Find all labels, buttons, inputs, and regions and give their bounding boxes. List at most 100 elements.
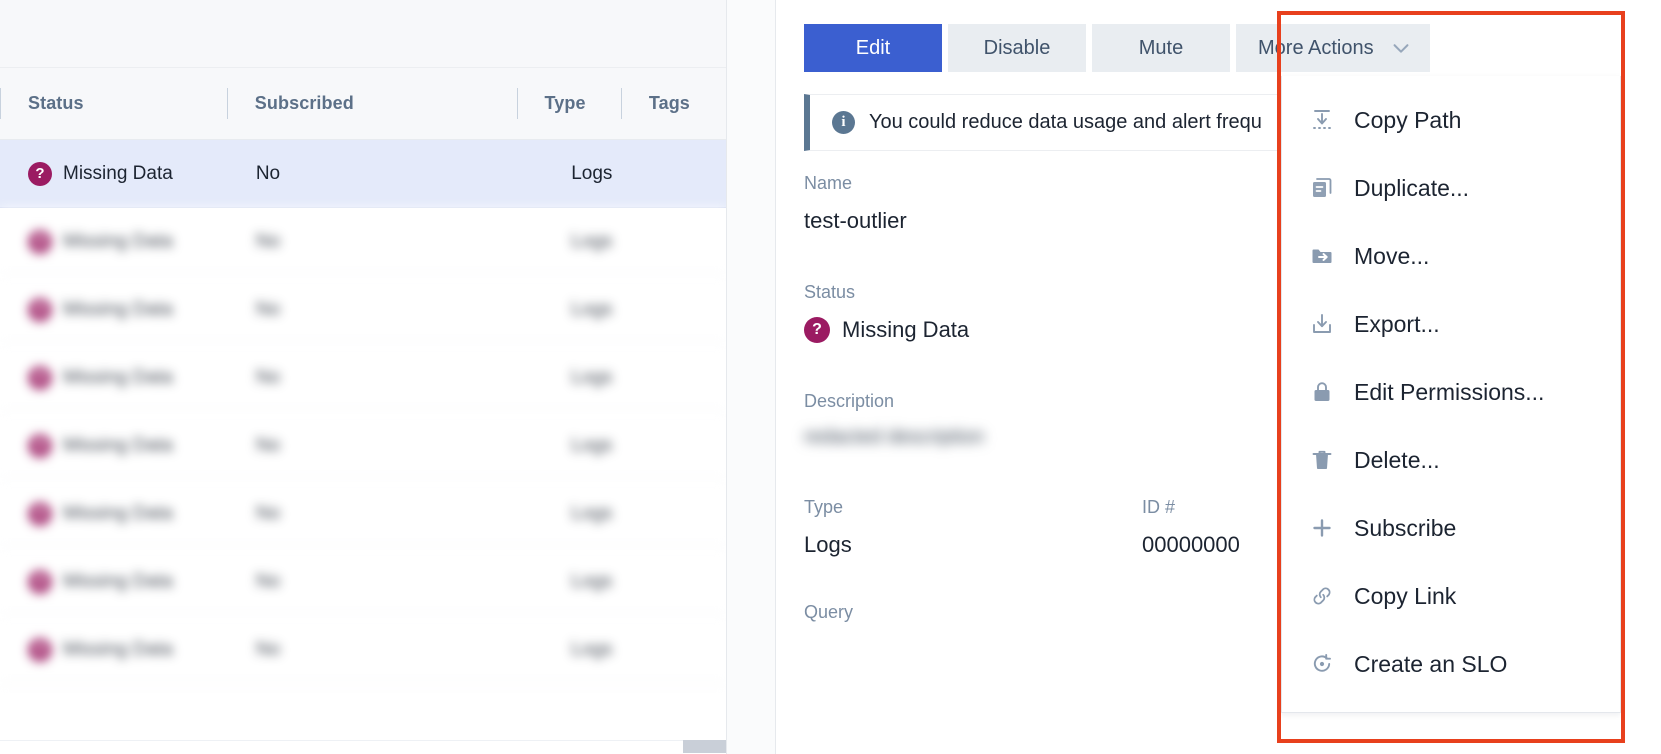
cell-tags xyxy=(620,412,726,479)
cell-status-text: Missing Data xyxy=(63,434,173,456)
panel-gutter xyxy=(726,0,776,754)
cell-status: ? Missing Data xyxy=(0,140,228,207)
disable-button[interactable]: Disable xyxy=(948,24,1086,72)
table-row[interactable]: ? Missing Data No Logs xyxy=(0,480,726,548)
cell-status: ? Missing Data xyxy=(0,344,228,411)
question-circle-icon: ? xyxy=(28,297,52,322)
menu-item-label: Copy Link xyxy=(1354,582,1457,609)
cell-status: ? Missing Data xyxy=(0,616,228,683)
menu-item-duplicate[interactable]: Duplicate... xyxy=(1282,154,1620,222)
more-actions-label: More Actions xyxy=(1258,36,1374,59)
table-row[interactable]: ? Missing Data No Logs xyxy=(0,548,726,616)
cell-status-text: Missing Data xyxy=(63,502,173,524)
move-folder-icon xyxy=(1310,244,1334,268)
menu-item-subscribe[interactable]: Subscribe xyxy=(1282,494,1620,562)
menu-item-label: Export... xyxy=(1354,310,1440,337)
trash-icon xyxy=(1310,448,1334,472)
column-header-subscribed[interactable]: Subscribed xyxy=(226,68,517,139)
cell-subscribed: No xyxy=(255,638,281,660)
field-value-type: Logs xyxy=(804,532,852,557)
cell-type: Logs xyxy=(571,570,613,592)
alerts-table-header: Status Subscribed Type Tags xyxy=(0,68,726,140)
question-circle-icon: ? xyxy=(28,433,52,458)
menu-item-export[interactable]: Export... xyxy=(1282,290,1620,358)
field-value-description: redacted description xyxy=(804,426,985,448)
question-circle-icon: ? xyxy=(804,317,830,343)
cell-status: ? Missing Data xyxy=(0,412,228,479)
menu-item-label: Delete... xyxy=(1354,446,1440,473)
table-row[interactable]: ? Missing Data No Logs xyxy=(0,344,726,412)
cell-tags xyxy=(620,480,726,547)
cell-tags xyxy=(620,616,726,683)
field-id: ID # 00000000 xyxy=(1142,497,1240,558)
cell-status: ? Missing Data xyxy=(0,276,228,343)
table-row[interactable]: ? Missing Data No Logs xyxy=(0,140,726,208)
menu-item-delete[interactable]: Delete... xyxy=(1282,426,1620,494)
table-row[interactable]: ? Missing Data No Logs xyxy=(0,208,726,276)
menu-item-label: Copy Path xyxy=(1354,106,1462,133)
column-header-type[interactable]: Type xyxy=(516,68,621,139)
cell-subscribed: No xyxy=(255,230,281,252)
table-row[interactable]: ? Missing Data No Logs xyxy=(0,616,726,684)
field-label-type: Type xyxy=(804,497,844,517)
cell-type: Logs xyxy=(571,502,613,524)
menu-item-create-an-slo[interactable]: Create an SLO xyxy=(1282,630,1620,698)
menu-item-copy-path[interactable]: Copy Path xyxy=(1282,86,1620,154)
more-actions-button[interactable]: More Actions xyxy=(1236,24,1430,72)
link-icon xyxy=(1310,584,1334,608)
status-text: Missing Data xyxy=(842,317,970,342)
info-banner-text: You could reduce data usage and alert fr… xyxy=(869,111,1262,133)
export-icon xyxy=(1310,312,1334,336)
duplicate-icon xyxy=(1310,176,1334,200)
list-toolbar xyxy=(0,0,726,68)
cell-status-text: Missing Data xyxy=(63,230,173,252)
menu-item-label: Duplicate... xyxy=(1354,174,1470,201)
cell-status-text: Missing Data xyxy=(63,570,173,592)
detail-action-bar: Edit Disable Mute More Actions xyxy=(777,0,1661,72)
cell-type: Logs xyxy=(571,298,613,320)
mute-button[interactable]: Mute xyxy=(1092,24,1230,72)
cell-tags xyxy=(620,344,726,411)
cell-type: Logs xyxy=(571,638,613,660)
slo-target-icon xyxy=(1310,652,1334,676)
alerts-list-panel: Status Subscribed Type Tags ? Missing Dat… xyxy=(0,0,726,754)
horizontal-scrollbar[interactable] xyxy=(0,740,726,754)
cell-subscribed: No xyxy=(255,298,281,320)
table-row[interactable]: ? Missing Data No Logs xyxy=(0,412,726,480)
question-circle-icon: ? xyxy=(28,365,52,390)
field-value-id: 00000000 xyxy=(1142,532,1240,557)
cell-status-text: Missing Data xyxy=(63,638,173,660)
cell-subscribed: No xyxy=(255,162,281,184)
field-type: Type Logs xyxy=(804,497,1142,558)
cell-status-text: Missing Data xyxy=(63,366,173,388)
menu-item-copy-link[interactable]: Copy Link xyxy=(1282,562,1620,630)
menu-item-label: Move... xyxy=(1354,242,1430,269)
cell-tags xyxy=(620,548,726,615)
alerts-table-body: ? Missing Data No Logs? Missing Data No Logs? M… xyxy=(0,140,726,684)
menu-item-edit-permissions[interactable]: Edit Permissions... xyxy=(1282,358,1620,426)
app-root: Status Subscribed Type Tags ? Missing Dat… xyxy=(0,0,1661,754)
cell-subscribed: No xyxy=(255,366,281,388)
field-label-id: ID # xyxy=(1142,497,1176,517)
horizontal-scrollbar-thumb[interactable] xyxy=(683,740,726,753)
question-circle-icon: ? xyxy=(28,501,52,526)
column-header-tags[interactable]: Tags xyxy=(620,68,726,139)
cell-type: Logs xyxy=(571,366,613,388)
lock-icon xyxy=(1310,380,1334,404)
info-icon: i xyxy=(832,111,855,134)
cell-subscribed: No xyxy=(255,570,281,592)
cell-type: Logs xyxy=(571,434,613,456)
column-header-status[interactable]: Status xyxy=(0,68,227,139)
menu-item-label: Create an SLO xyxy=(1354,650,1508,677)
question-circle-icon: ? xyxy=(28,637,52,662)
cell-status: ? Missing Data xyxy=(0,208,228,275)
plus-icon xyxy=(1310,516,1334,540)
question-circle-icon: ? xyxy=(28,569,52,594)
menu-item-move[interactable]: Move... xyxy=(1282,222,1620,290)
table-row[interactable]: ? Missing Data No Logs xyxy=(0,276,726,344)
more-actions-menu: Copy Path Duplicate... Move... Export... Edi… xyxy=(1281,76,1621,713)
edit-button[interactable]: Edit xyxy=(804,24,942,72)
copy-path-icon xyxy=(1310,108,1334,132)
menu-item-label: Subscribe xyxy=(1354,514,1457,541)
cell-status-text: Missing Data xyxy=(63,162,173,184)
